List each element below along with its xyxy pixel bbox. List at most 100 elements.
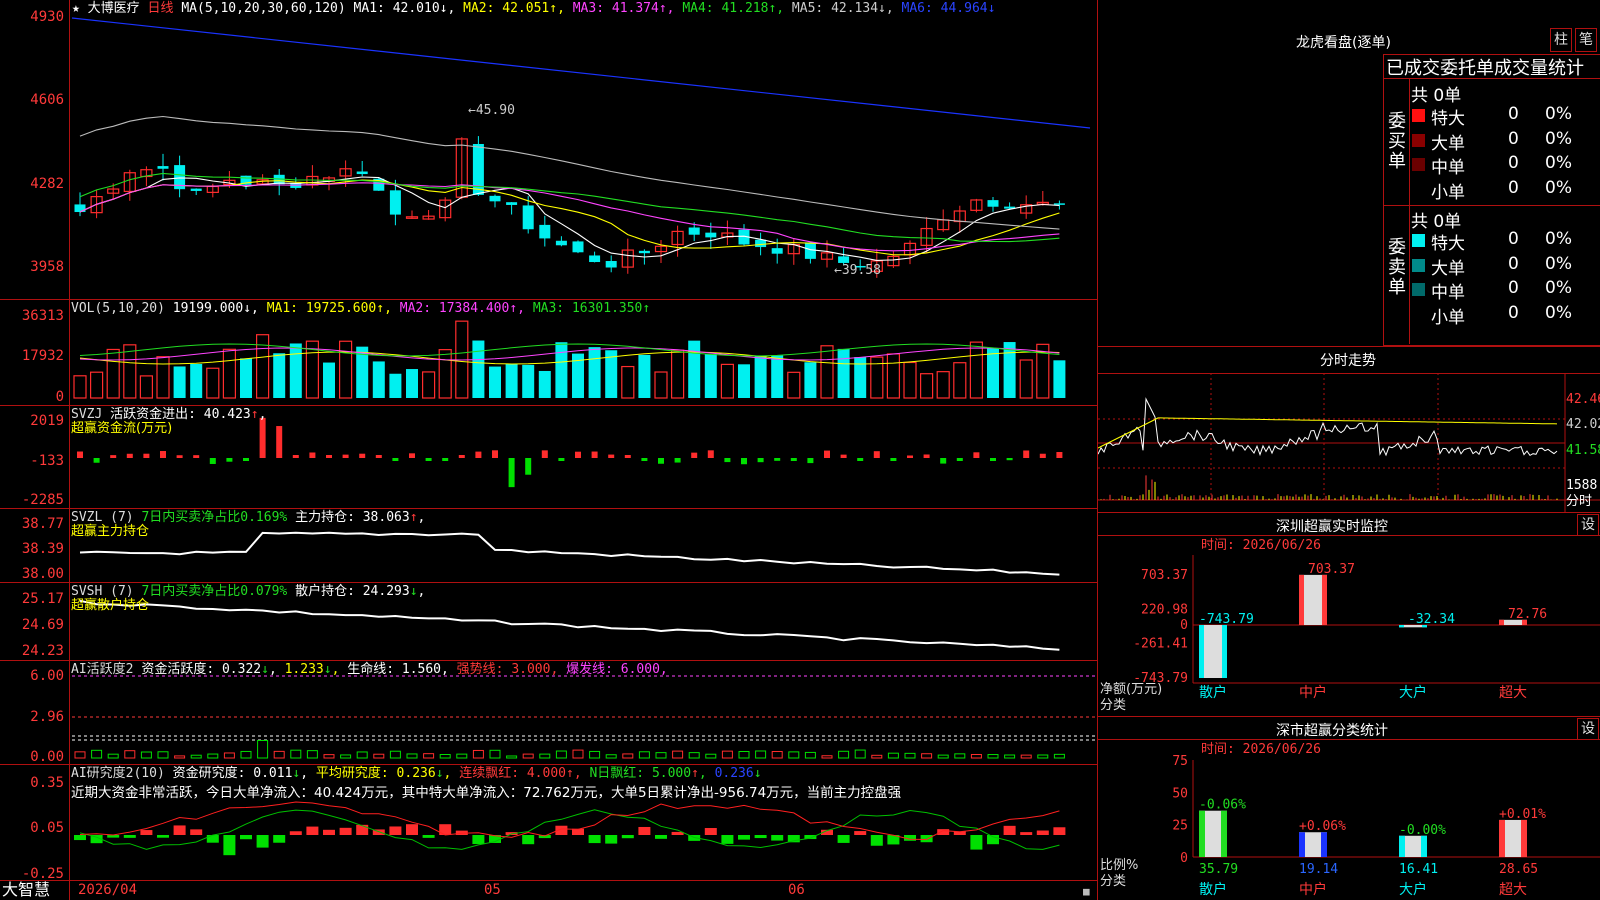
volume-bar [522, 364, 535, 398]
activity-bar [356, 751, 368, 759]
ratio-value: 16.41 [1399, 862, 1438, 877]
order-count: 0 [1508, 153, 1519, 173]
svzj-bar [475, 451, 482, 458]
research-bar [240, 835, 252, 840]
research-bar [157, 835, 169, 838]
column-view-button[interactable]: 柱 [1550, 28, 1572, 52]
ma6-value: MA6: 44.964↓ [901, 1, 996, 16]
activity-bar [257, 740, 269, 759]
high-price-label: ←45.90 [468, 103, 515, 118]
candle-down [190, 188, 202, 191]
stock-name: 大博医疗 [87, 1, 140, 16]
candle-down [472, 143, 484, 195]
svsh-tick: 24.69 [21, 617, 64, 633]
order-size-name: 大单 [1431, 133, 1465, 154]
research-bar [1036, 830, 1049, 835]
research-bar [389, 826, 402, 835]
svzj-bar [176, 455, 183, 458]
cs-y-tick: 0 [1180, 851, 1188, 866]
activity-bar [190, 754, 202, 759]
order-size-swatch [1412, 182, 1425, 196]
period-label[interactable]: 日线 [148, 1, 174, 16]
svzj-bar [940, 458, 947, 464]
svzj-bar [193, 455, 200, 458]
svzj-bar [110, 455, 117, 458]
volume-bar [654, 371, 668, 399]
candle-down [74, 204, 86, 213]
activity-bar [456, 753, 468, 759]
dragon-tiger-title: 龙虎看盘(逐单) [1296, 35, 1391, 51]
research-bar [621, 835, 634, 839]
net-flow-bar-edge [1199, 625, 1204, 678]
activity-bar [290, 749, 302, 759]
svzj-bar [243, 458, 249, 461]
ma1-line [79, 176, 1060, 261]
activity-bar [1004, 754, 1016, 759]
favorite-star-icon[interactable]: ★ [72, 1, 80, 16]
activity-bar [788, 751, 800, 759]
svzj-bar [309, 452, 316, 458]
realtime-settings-button[interactable]: 设 [1577, 514, 1599, 536]
research-line [79, 801, 1060, 841]
activity-bar [804, 751, 816, 759]
activity-bar [340, 754, 352, 759]
right-panel: 龙虎看盘(逐单) 柱 笔 已成交委托单成交量统计 委买单 委卖单 共 0单 共 … [1098, 0, 1600, 900]
research-bar [123, 835, 136, 838]
ratio-bar-edge [1521, 819, 1527, 857]
net-flow-bar-edge [1322, 574, 1327, 625]
research-bar [173, 825, 186, 835]
order-count: 0 [1508, 104, 1519, 124]
ma-indicator-name: MA(5,10,20,30,60,120) [181, 1, 346, 16]
svzl-tick: 38.77 [21, 516, 64, 532]
order-size-name: 大单 [1431, 258, 1465, 279]
activity-bar [539, 753, 551, 759]
volume-bar [505, 363, 518, 398]
class-settings-button[interactable]: 设 [1577, 718, 1599, 740]
svzj-bar [790, 458, 797, 461]
svsh-subtitle: 超赢散户持仓 [71, 598, 150, 613]
cs-axis-unit: 比例% [1100, 858, 1139, 873]
volume-bar [472, 340, 485, 398]
svzj-bar [575, 451, 581, 458]
order-count: 0 [1508, 278, 1519, 298]
ma5-line [79, 115, 1060, 230]
net-flow-bar-edge [1222, 625, 1227, 678]
cs-y-tick: 25 [1172, 819, 1188, 834]
order-size-name: 中单 [1431, 158, 1465, 178]
order-count: 0 [1508, 302, 1519, 323]
intraday-chart[interactable] [1098, 373, 1600, 513]
class-ratio-chart[interactable]: 75 50 25 0 -0.06% 35.79 散户 +0.06% 19.14 中户 -0.00% 1… [1098, 739, 1600, 900]
chart-area[interactable]: ★ 大博医疗 日线 MA(5,10,20,30,60,120) MA1: 42.… [0, 0, 1098, 900]
rt-axis-unit: 净额(万元) [1100, 682, 1163, 697]
svzj-bar [624, 455, 631, 458]
ratio-bar-edge [1399, 835, 1405, 857]
section-divider [1098, 512, 1600, 513]
research-bar [289, 831, 302, 835]
research-bar [738, 835, 750, 840]
ratio-value: 35.79 [1199, 862, 1238, 877]
activity-bar [987, 754, 999, 759]
research-bar [406, 824, 418, 835]
activity-bar [273, 750, 285, 759]
activity-bar [838, 750, 850, 759]
activity-bar [240, 750, 252, 759]
lock-icon[interactable]: ■ [1083, 884, 1090, 899]
realtime-net-chart[interactable]: 703.37220.980-261.41-743.79-743.79散户703.… [1098, 535, 1600, 715]
ma4-line [79, 172, 1060, 243]
volume-bar [903, 361, 917, 399]
kline-chart-canvas[interactable] [0, 0, 1098, 900]
category-label: 中户 [1299, 881, 1327, 898]
volume-bar [854, 357, 867, 398]
research-bar [704, 828, 717, 835]
activity-bar [921, 753, 933, 759]
intraday-price-tick: 42.46 [1566, 392, 1600, 407]
volume-bar [190, 363, 203, 398]
ai-research-summary: 近期大资金非常活跃，今日大单净流入：40.424万元，其中特大单净流入：72.7… [71, 785, 902, 801]
net-flow-bar-edge [1399, 625, 1404, 628]
svzj-bar [425, 458, 432, 461]
category-label: 超大 [1499, 685, 1527, 701]
volume-bar [323, 362, 335, 398]
svzj-bar [956, 458, 963, 461]
stroke-view-button[interactable]: 笔 [1575, 28, 1597, 52]
svzj-bar [209, 458, 216, 464]
